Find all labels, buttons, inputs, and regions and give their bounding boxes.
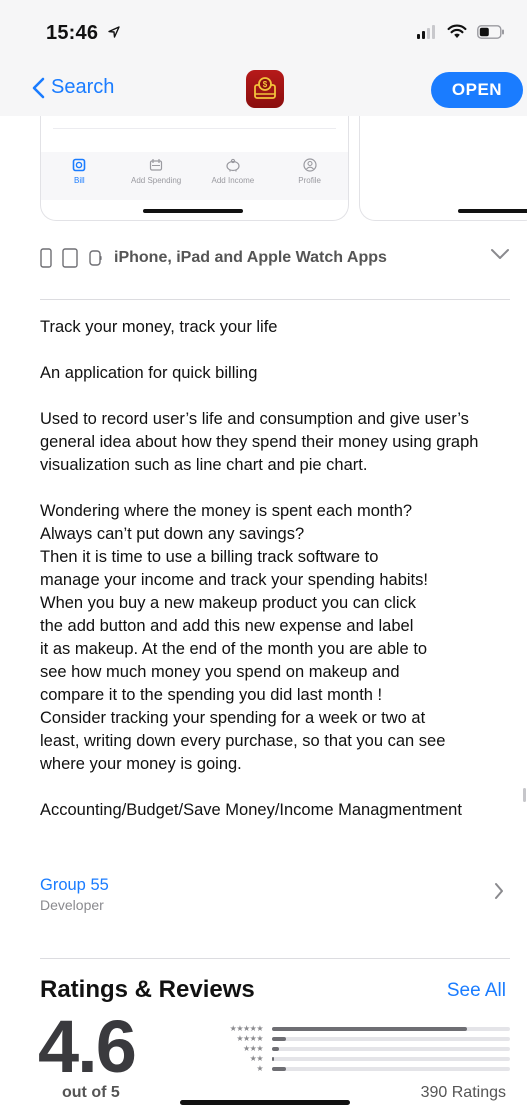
rating-bar-track bbox=[272, 1067, 510, 1071]
description-line: least, writing down every purchase, so t… bbox=[40, 732, 446, 750]
iphone-icon bbox=[40, 248, 52, 268]
screenshot-divider bbox=[53, 128, 336, 129]
add-spending-icon bbox=[150, 159, 163, 171]
star-glyphs: ★★ bbox=[249, 1054, 264, 1063]
nav-bar: Search $ OPEN bbox=[0, 64, 527, 116]
screenshot-tab-label: Add Income bbox=[211, 176, 255, 185]
screenshot-tab-add-income: Add Income bbox=[195, 152, 272, 200]
see-all-link[interactable]: See All bbox=[447, 980, 506, 1002]
screenshot-home-indicator bbox=[458, 209, 527, 213]
chevron-left-icon bbox=[32, 77, 45, 98]
screenshot-tab-label: Bill bbox=[74, 176, 85, 185]
rating-bar-fill bbox=[272, 1047, 280, 1051]
profile-icon bbox=[303, 158, 317, 172]
bill-icon bbox=[73, 158, 86, 172]
apple-watch-icon bbox=[89, 250, 102, 266]
description-line: it as makeup. At the end of the month yo… bbox=[40, 640, 428, 658]
rating-row-2: ★★ bbox=[208, 1054, 510, 1064]
rating-bar-fill bbox=[272, 1057, 275, 1061]
rating-row-1: ★ bbox=[208, 1064, 510, 1074]
app-screenshot-preview-2[interactable] bbox=[359, 116, 527, 221]
status-time: 15:46 bbox=[46, 22, 120, 45]
description-paragraph: Used to record user’s life and consumpti… bbox=[40, 410, 479, 474]
ipad-icon bbox=[62, 248, 78, 268]
status-icons bbox=[417, 24, 505, 39]
description-line: Then it is time to use a billing track s… bbox=[40, 548, 379, 566]
screenshot-tab-label: Profile bbox=[298, 176, 321, 185]
back-button[interactable]: Search bbox=[32, 76, 114, 99]
screenshot-tab-bill: Bill bbox=[41, 152, 118, 200]
developer-name[interactable]: Group 55 bbox=[40, 876, 109, 895]
status-time-text: 15:46 bbox=[46, 22, 99, 44]
status-bar: 15:46 bbox=[0, 0, 527, 64]
cellular-signal-icon bbox=[417, 24, 435, 39]
ratings-reviews-heading: Ratings & Reviews bbox=[40, 976, 255, 1003]
rating-bar-track bbox=[272, 1057, 510, 1061]
description-line: where your money is going. bbox=[40, 755, 242, 773]
description-line: Wondering where the money is spent each … bbox=[40, 502, 413, 520]
description-line: Consider tracking your spending for a we… bbox=[40, 709, 426, 727]
supported-devices-row[interactable]: iPhone, iPad and Apple Watch Apps bbox=[40, 244, 510, 272]
description-line: manage your income and track your spendi… bbox=[40, 571, 428, 589]
description-tagline: Track your money, track your life bbox=[40, 318, 278, 336]
app-icon: $ bbox=[246, 70, 284, 108]
money-box-icon: $ bbox=[254, 77, 276, 99]
open-button-label: OPEN bbox=[451, 80, 503, 99]
description-keywords: Accounting/Budget/Save Money/Income Mana… bbox=[40, 801, 462, 819]
rating-bar-fill bbox=[272, 1067, 287, 1071]
rating-bar-fill bbox=[272, 1037, 287, 1041]
rating-row-4: ★★★★ bbox=[208, 1034, 510, 1044]
star-glyphs: ★★★★★ bbox=[229, 1024, 264, 1033]
screenshot-tab-label: Add Spending bbox=[130, 176, 182, 185]
battery-icon bbox=[477, 24, 504, 39]
description-paragraph: Wondering where the money is spent each … bbox=[40, 500, 510, 776]
star-glyphs: ★ bbox=[256, 1064, 263, 1073]
location-arrow-icon bbox=[108, 26, 120, 38]
average-rating: 4.6 bbox=[38, 1005, 137, 1088]
home-indicator bbox=[180, 1100, 350, 1105]
open-button[interactable]: OPEN bbox=[431, 72, 523, 108]
screenshot-home-indicator bbox=[143, 209, 243, 213]
chevron-down-icon[interactable] bbox=[490, 248, 510, 260]
star-glyphs: ★★★★ bbox=[236, 1034, 263, 1043]
piggy-bank-icon bbox=[226, 158, 240, 172]
description-line: compare it to the spending you did last … bbox=[40, 686, 383, 704]
screenshot-tab-bar: Bill Add Spending Add Income Profile bbox=[41, 152, 348, 200]
screenshot-tab-profile: Profile bbox=[271, 152, 348, 200]
rating-row-5: ★★★★★ bbox=[208, 1024, 510, 1034]
description-line: see how much money you spend on makeup a… bbox=[40, 663, 400, 681]
ratings-count: 390 Ratings bbox=[420, 1084, 506, 1101]
rating-bar-track bbox=[272, 1027, 510, 1031]
description-line: When you buy a new makeup product you ca… bbox=[40, 594, 417, 612]
app-description: Track your money, track your life An app… bbox=[40, 316, 510, 822]
developer-role-label: Developer bbox=[40, 897, 104, 913]
rating-row-3: ★★★ bbox=[208, 1044, 510, 1054]
supported-devices-label: iPhone, iPad and Apple Watch Apps bbox=[114, 249, 387, 266]
section-divider bbox=[40, 958, 510, 959]
back-button-label: Search bbox=[51, 76, 115, 98]
star-glyphs: ★★★ bbox=[242, 1044, 264, 1053]
section-divider bbox=[40, 299, 510, 300]
wifi-icon bbox=[447, 24, 467, 38]
rating-bar-track bbox=[272, 1047, 510, 1051]
description-paragraph: An application for quick billing bbox=[40, 364, 258, 382]
out-of-label: out of 5 bbox=[62, 1084, 120, 1101]
rating-distribution: ★★★★★ ★★★★ ★★★ ★★ ★ bbox=[208, 1024, 510, 1074]
rating-bar-fill bbox=[272, 1027, 468, 1031]
scroll-indicator bbox=[523, 788, 526, 802]
app-screenshot-preview[interactable]: Bill Add Spending Add Income Profile bbox=[40, 116, 349, 221]
chevron-right-icon bbox=[495, 883, 503, 899]
rating-bar-track bbox=[272, 1037, 510, 1041]
screenshot-tab-add-spending: Add Spending bbox=[118, 152, 195, 200]
description-line: Always can’t put down any savings? bbox=[40, 525, 305, 543]
description-line: the add button and add this new expense … bbox=[40, 617, 414, 635]
developer-row[interactable]: Group 55 Developer bbox=[40, 876, 510, 916]
svg-text:$: $ bbox=[263, 80, 268, 89]
